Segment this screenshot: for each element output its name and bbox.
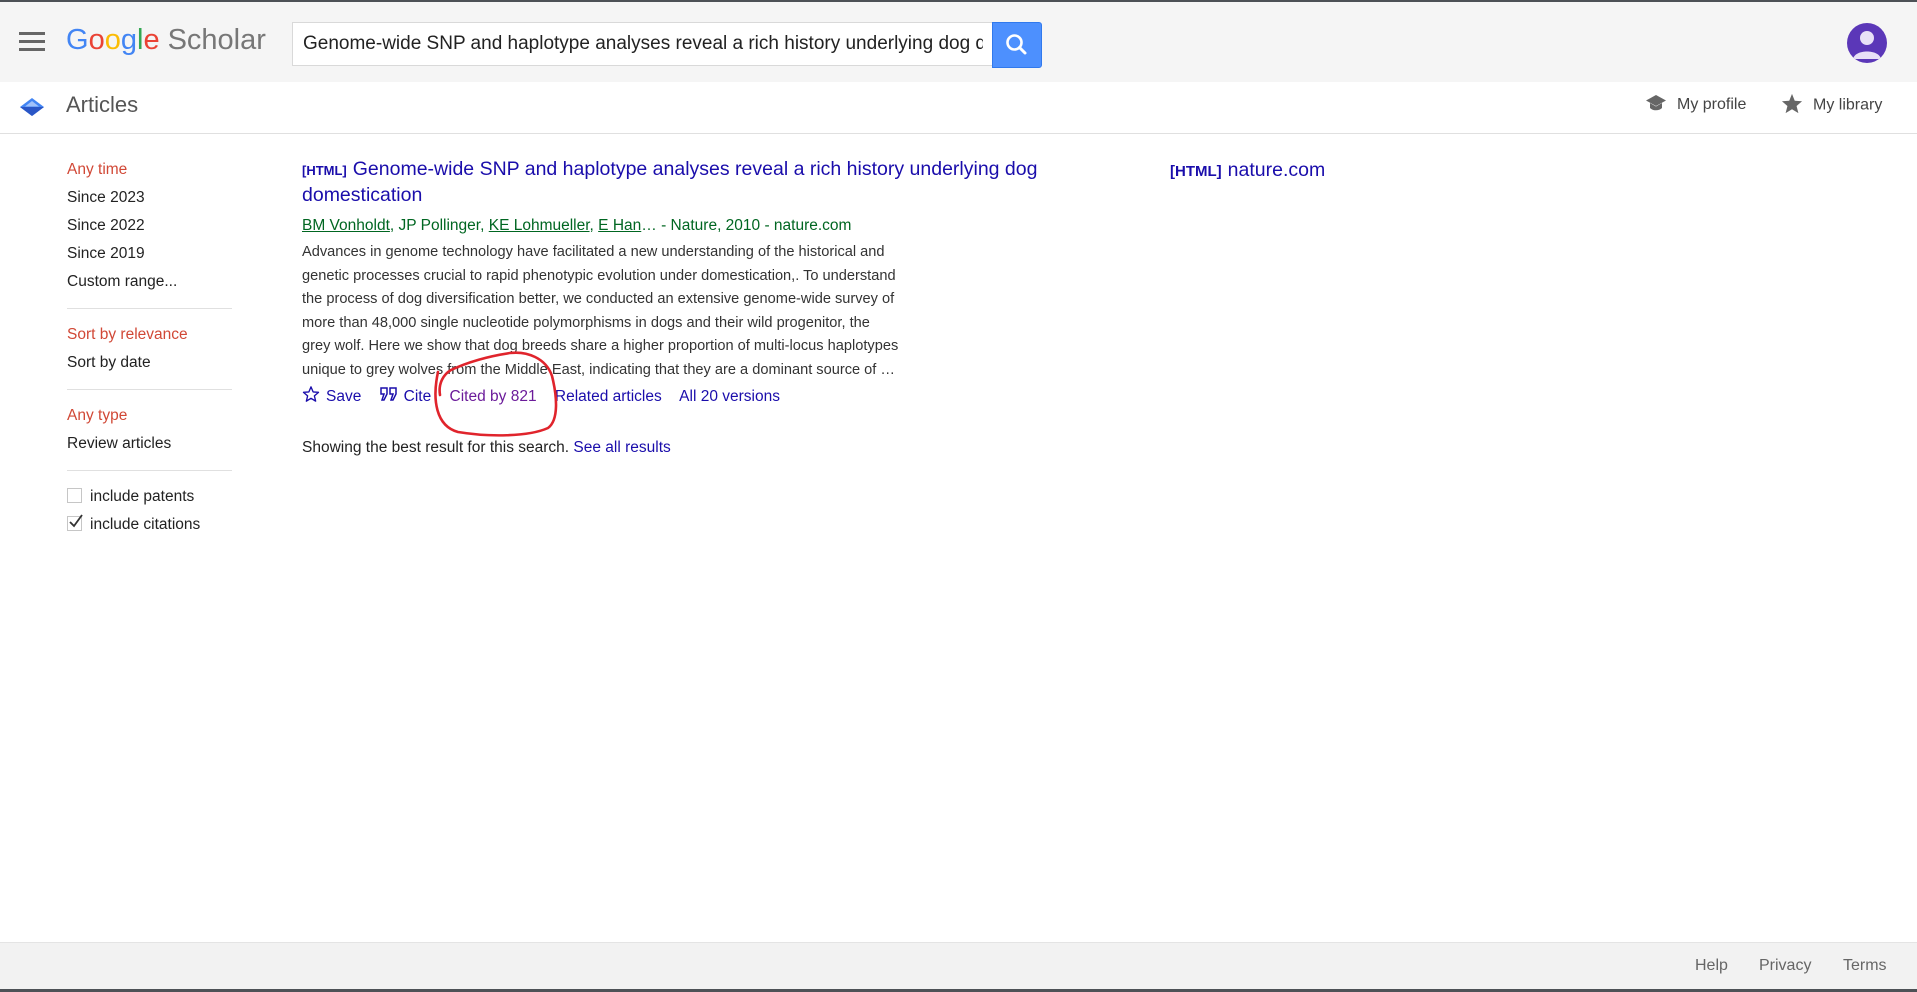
include-patents-checkbox[interactable]: include patents	[67, 485, 232, 513]
account-avatar[interactable]	[1847, 23, 1887, 63]
search-result: [HTML] Genome-wide SNP and haplotype anal…	[302, 157, 1082, 409]
save-button[interactable]: Save	[302, 386, 362, 405]
snippet-line: Advances in genome technology have facil…	[302, 244, 885, 260]
see-all-results-link[interactable]: See all results	[573, 439, 670, 456]
checked-box-icon	[67, 514, 83, 532]
author-name: JP Pollinger	[398, 217, 481, 234]
my-profile-label: My profile	[1677, 96, 1747, 114]
search-input[interactable]	[293, 23, 992, 65]
footer: Help Privacy Terms	[0, 942, 1917, 992]
result-format-tag: [HTML]	[302, 163, 347, 178]
sidebar-divider	[67, 308, 232, 309]
all-versions-link[interactable]: All 20 versions	[679, 388, 780, 405]
cite-button[interactable]: Cite	[379, 387, 432, 405]
filter-since-2022[interactable]: Since 2022	[67, 214, 232, 242]
help-link[interactable]: Help	[1695, 957, 1728, 975]
sidebar-divider	[67, 389, 232, 390]
top-bar: Google Scholar	[0, 0, 1917, 82]
terms-link[interactable]: Terms	[1843, 957, 1887, 975]
search-box	[292, 22, 992, 66]
best-result-text: Showing the best result for this search.	[302, 439, 570, 456]
privacy-link[interactable]: Privacy	[1759, 957, 1811, 975]
filter-any-time[interactable]: Any time	[67, 158, 232, 186]
red-circle-annotation	[434, 351, 558, 437]
result-source: - Nature, 2010 - nature.com	[656, 217, 852, 234]
unchecked-box-icon	[67, 488, 82, 504]
filter-sidebar: Any time Since 2023 Since 2022 Since 201…	[67, 158, 232, 541]
include-citations-label: include citations	[90, 516, 201, 533]
graduation-cap-icon	[1646, 95, 1666, 111]
scholar-cap-icon	[20, 98, 44, 116]
author-link[interactable]: KE Lohmueller	[489, 217, 590, 234]
snippet-line: more than 48,000 single nucleotide polym…	[302, 314, 870, 331]
search-button[interactable]	[992, 22, 1042, 68]
quote-icon	[379, 387, 397, 402]
sub-header: Articles My profile My library	[0, 82, 1917, 134]
star-icon	[1781, 93, 1803, 114]
result-title-link[interactable]: [HTML] Genome-wide SNP and haplotype anal…	[302, 157, 1082, 208]
filter-since-2023[interactable]: Since 2023	[67, 186, 232, 214]
search-icon	[1006, 34, 1027, 55]
full-text-link[interactable]: [HTML] nature.com	[1170, 159, 1325, 182]
related-articles-link[interactable]: Related articles	[555, 388, 662, 405]
cited-by-link[interactable]: Cited by 821	[450, 388, 537, 405]
my-library-label: My library	[1813, 96, 1883, 114]
full-text-domain: nature.com	[1227, 159, 1326, 181]
best-result-notice: Showing the best result for this search.…	[302, 439, 671, 457]
author-ellipsis: …	[641, 217, 657, 234]
checkmark-icon	[69, 514, 83, 528]
sort-by-relevance[interactable]: Sort by relevance	[67, 323, 232, 351]
filter-since-2019[interactable]: Since 2019	[67, 242, 232, 270]
my-profile-link[interactable]: My profile	[1645, 95, 1746, 115]
person-icon	[1853, 31, 1881, 59]
author-link[interactable]: E Han	[598, 217, 641, 234]
save-label: Save	[326, 387, 362, 405]
separator: ,	[480, 217, 489, 234]
cite-label: Cite	[403, 387, 432, 405]
snippet-line: grey wolf. Here we show that dog breeds …	[302, 338, 899, 355]
hamburger-menu-icon[interactable]	[19, 32, 45, 52]
sidebar-divider	[67, 470, 232, 471]
result-actions: Save Cite Cited by 821 Related articles …	[302, 385, 1082, 409]
my-library-link[interactable]: My library	[1781, 93, 1883, 116]
separator: ,	[589, 217, 599, 234]
filter-review-articles[interactable]: Review articles	[67, 432, 232, 460]
include-patents-label: include patents	[90, 488, 195, 505]
include-citations-checkbox[interactable]: include citations	[67, 513, 232, 541]
snippet-line: genetic processes crucial to rapid pheno…	[302, 267, 896, 284]
result-meta: BM Vonholdt, JP Pollinger, KE Lohmueller…	[302, 215, 1082, 237]
snippet-line: unique to grey wolves from the Middle Ea…	[302, 361, 895, 378]
google-scholar-logo[interactable]: Google Scholar	[66, 23, 266, 57]
separator: ,	[389, 217, 399, 234]
star-outline-icon	[302, 386, 320, 403]
result-title: Genome-wide SNP and haplotype analyses r…	[302, 158, 1038, 206]
page-title: Articles	[66, 92, 139, 117]
sort-by-date[interactable]: Sort by date	[67, 351, 232, 379]
filter-custom-range[interactable]: Custom range...	[67, 270, 232, 298]
result-snippet: Advances in genome technology have facil…	[302, 241, 982, 383]
filter-any-type[interactable]: Any type	[67, 404, 232, 432]
author-link[interactable]: BM Vonholdt	[302, 217, 390, 234]
snippet-line: the process of dog diversification bette…	[302, 291, 895, 308]
full-text-tag: [HTML]	[1170, 163, 1222, 180]
